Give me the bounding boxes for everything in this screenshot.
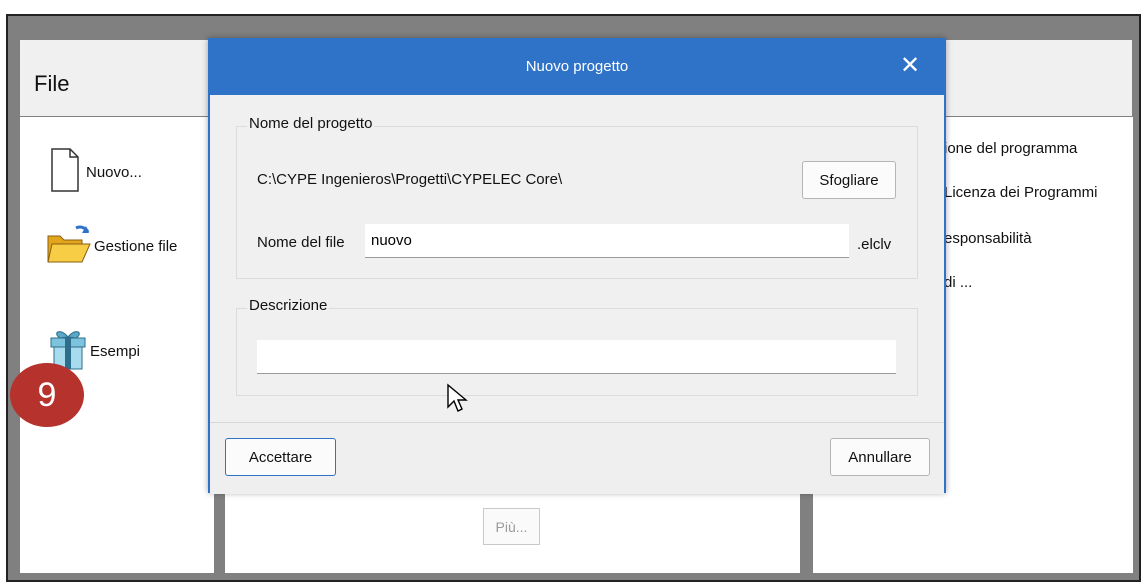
middle-panel: Più... xyxy=(225,490,800,573)
close-icon[interactable]: ✕ xyxy=(896,51,924,79)
description-group: Descrizione xyxy=(236,297,918,396)
new-document-icon xyxy=(50,147,80,198)
new-file-item[interactable]: Nuovo... xyxy=(50,147,142,198)
dialog-title: Nuovo progetto xyxy=(525,58,629,75)
mouse-cursor-icon xyxy=(446,383,468,418)
description-legend: Descrizione xyxy=(247,297,330,314)
responsibility-link[interactable]: esponsabilità xyxy=(944,230,1032,247)
filename-label: Nome del file xyxy=(257,234,345,251)
manage-files-item[interactable]: Gestione file xyxy=(46,222,177,271)
description-input[interactable] xyxy=(257,340,896,374)
filename-input[interactable] xyxy=(365,224,849,258)
file-extension: .elclv xyxy=(857,236,892,253)
dialog-footer: Accettare Annullare xyxy=(210,383,944,494)
browse-button[interactable]: Sfogliare xyxy=(802,161,896,199)
about-link[interactable]: di ... xyxy=(944,274,972,291)
folder-open-icon xyxy=(46,222,92,271)
project-name-group: Nome del progetto C:\CYPE Ingenieros\Pro… xyxy=(236,115,918,279)
new-project-dialog: Nuovo progetto ✕ Nome del progetto C:\CY… xyxy=(208,38,946,494)
step-badge: 9 xyxy=(10,363,84,427)
project-path: C:\CYPE Ingenieros\Progetti\CYPELEC Core… xyxy=(257,171,563,188)
dialog-titlebar: Nuovo progetto ✕ xyxy=(210,40,944,95)
project-name-legend: Nome del progetto xyxy=(247,115,375,132)
manage-files-label: Gestione file xyxy=(94,238,178,255)
more-button[interactable]: Più... xyxy=(483,508,540,545)
new-file-label: Nuovo... xyxy=(86,164,142,181)
cancel-button[interactable]: Annullare xyxy=(830,438,930,476)
right-panel-header xyxy=(940,40,1132,116)
license-link[interactable]: Licenza dei Programmi xyxy=(944,184,1097,201)
file-panel: Nuovo... Gestione file Esempi xyxy=(20,117,214,573)
program-info-link[interactable]: ione del programma xyxy=(944,140,1077,157)
file-panel-header: File xyxy=(20,40,213,116)
accept-button[interactable]: Accettare xyxy=(225,438,336,476)
file-panel-title: File xyxy=(34,71,70,96)
examples-label: Esempi xyxy=(90,343,141,360)
